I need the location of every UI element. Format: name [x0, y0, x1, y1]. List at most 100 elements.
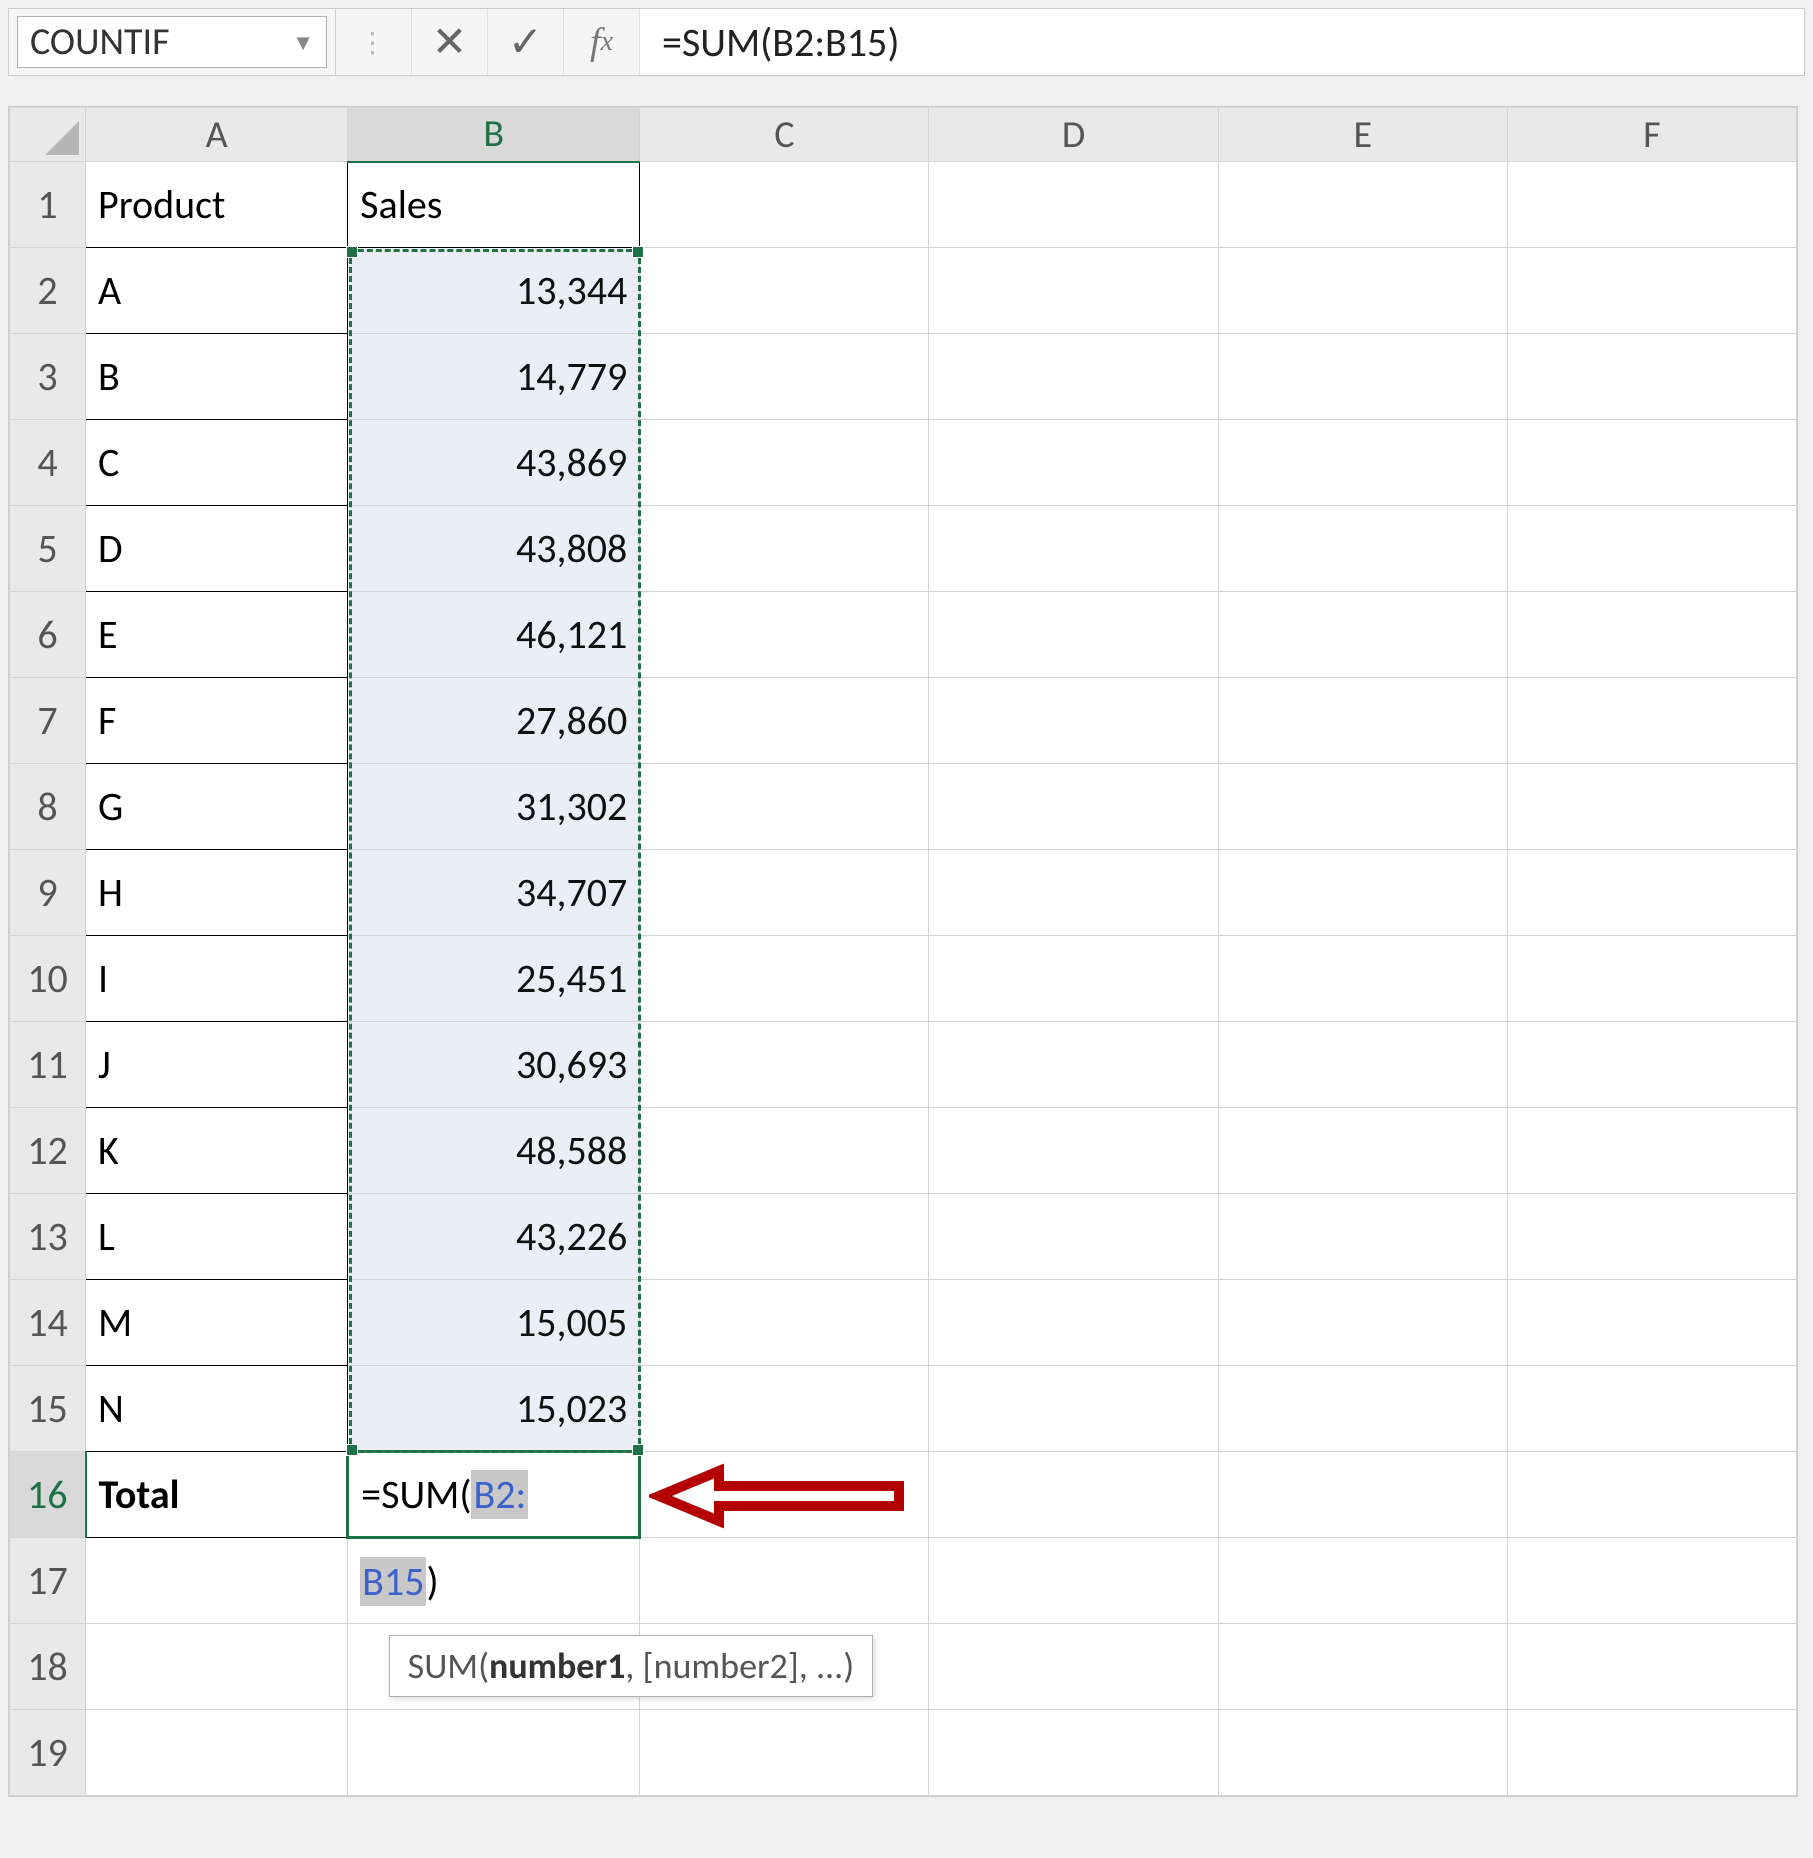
cell-D7[interactable]: [929, 678, 1218, 764]
cell-B8[interactable]: 31,302: [348, 764, 640, 850]
cell-C1[interactable]: [640, 162, 929, 248]
cell-A14[interactable]: M: [86, 1280, 348, 1366]
row-header-1[interactable]: 1: [10, 162, 86, 248]
cell-C5[interactable]: [640, 506, 929, 592]
cell-F18[interactable]: [1507, 1624, 1796, 1710]
cell-F1[interactable]: [1507, 162, 1796, 248]
cell-F4[interactable]: [1507, 420, 1796, 506]
row-header-12[interactable]: 12: [10, 1108, 86, 1194]
cell-E10[interactable]: [1218, 936, 1507, 1022]
cell-E6[interactable]: [1218, 592, 1507, 678]
cell-C12[interactable]: [640, 1108, 929, 1194]
cell-E12[interactable]: [1218, 1108, 1507, 1194]
row-header-10[interactable]: 10: [10, 936, 86, 1022]
cell-C19[interactable]: [640, 1710, 929, 1796]
cell-D8[interactable]: [929, 764, 1218, 850]
cell-B17[interactable]: B15): [348, 1538, 640, 1624]
cell-E5[interactable]: [1218, 506, 1507, 592]
row-header-9[interactable]: 9: [10, 850, 86, 936]
cell-D10[interactable]: [929, 936, 1218, 1022]
cell-B2[interactable]: 13,344: [348, 248, 640, 334]
cell-F7[interactable]: [1507, 678, 1796, 764]
cell-F2[interactable]: [1507, 248, 1796, 334]
cancel-button[interactable]: ✕: [412, 9, 488, 75]
cell-C8[interactable]: [640, 764, 929, 850]
cell-F14[interactable]: [1507, 1280, 1796, 1366]
cell-F6[interactable]: [1507, 592, 1796, 678]
cell-B1[interactable]: Sales: [348, 162, 640, 248]
col-header-B[interactable]: B: [348, 108, 640, 162]
cell-B13[interactable]: 43,226: [348, 1194, 640, 1280]
cell-E4[interactable]: [1218, 420, 1507, 506]
cell-D9[interactable]: [929, 850, 1218, 936]
cell-F3[interactable]: [1507, 334, 1796, 420]
cell-D15[interactable]: [929, 1366, 1218, 1452]
cell-F15[interactable]: [1507, 1366, 1796, 1452]
cell-B10[interactable]: 25,451: [348, 936, 640, 1022]
cell-B15[interactable]: 15,023: [348, 1366, 640, 1452]
cell-B16[interactable]: =SUM(B2:: [348, 1452, 640, 1538]
cell-A1[interactable]: Product: [86, 162, 348, 248]
cell-C11[interactable]: [640, 1022, 929, 1108]
cell-D4[interactable]: [929, 420, 1218, 506]
cell-C10[interactable]: [640, 936, 929, 1022]
cell-C17[interactable]: [640, 1538, 929, 1624]
row-header-2[interactable]: 2: [10, 248, 86, 334]
cell-D5[interactable]: [929, 506, 1218, 592]
cell-F11[interactable]: [1507, 1022, 1796, 1108]
name-box[interactable]: COUNTIF ▼: [17, 16, 327, 68]
row-header-8[interactable]: 8: [10, 764, 86, 850]
cell-A4[interactable]: C: [86, 420, 348, 506]
col-header-D[interactable]: D: [929, 108, 1218, 162]
cell-A10[interactable]: I: [86, 936, 348, 1022]
cell-B3[interactable]: 14,779: [348, 334, 640, 420]
cell-B9[interactable]: 34,707: [348, 850, 640, 936]
cell-D13[interactable]: [929, 1194, 1218, 1280]
cell-B14[interactable]: 15,005: [348, 1280, 640, 1366]
cell-C2[interactable]: [640, 248, 929, 334]
cell-C9[interactable]: [640, 850, 929, 936]
cell-D6[interactable]: [929, 592, 1218, 678]
row-header-19[interactable]: 19: [10, 1710, 86, 1796]
cell-D1[interactable]: [929, 162, 1218, 248]
cell-E18[interactable]: [1218, 1624, 1507, 1710]
row-header-16[interactable]: 16: [10, 1452, 86, 1538]
cell-B12[interactable]: 48,588: [348, 1108, 640, 1194]
enter-button[interactable]: ✓: [488, 9, 564, 75]
cell-E19[interactable]: [1218, 1710, 1507, 1796]
cell-D3[interactable]: [929, 334, 1218, 420]
cell-A12[interactable]: K: [86, 1108, 348, 1194]
cell-B4[interactable]: 43,869: [348, 420, 640, 506]
cell-D17[interactable]: [929, 1538, 1218, 1624]
row-header-17[interactable]: 17: [10, 1538, 86, 1624]
cell-D12[interactable]: [929, 1108, 1218, 1194]
cell-A16[interactable]: Total: [86, 1452, 348, 1538]
cell-E11[interactable]: [1218, 1022, 1507, 1108]
cell-F5[interactable]: [1507, 506, 1796, 592]
formula-input[interactable]: =SUM(B2:B15): [640, 9, 1804, 75]
cell-F16[interactable]: [1507, 1452, 1796, 1538]
cell-D16[interactable]: [929, 1452, 1218, 1538]
cell-E8[interactable]: [1218, 764, 1507, 850]
cell-B6[interactable]: 46,121: [348, 592, 640, 678]
col-header-E[interactable]: E: [1218, 108, 1507, 162]
row-header-13[interactable]: 13: [10, 1194, 86, 1280]
cell-C4[interactable]: [640, 420, 929, 506]
cell-F9[interactable]: [1507, 850, 1796, 936]
cell-D18[interactable]: [929, 1624, 1218, 1710]
cell-F12[interactable]: [1507, 1108, 1796, 1194]
col-header-F[interactable]: F: [1507, 108, 1796, 162]
cell-A3[interactable]: B: [86, 334, 348, 420]
select-all-corner[interactable]: [10, 108, 86, 162]
cell-E7[interactable]: [1218, 678, 1507, 764]
cell-E1[interactable]: [1218, 162, 1507, 248]
cell-F13[interactable]: [1507, 1194, 1796, 1280]
cell-A17[interactable]: [86, 1538, 348, 1624]
cell-E13[interactable]: [1218, 1194, 1507, 1280]
cell-A13[interactable]: L: [86, 1194, 348, 1280]
cell-C16[interactable]: [640, 1452, 929, 1538]
cell-A7[interactable]: F: [86, 678, 348, 764]
row-header-3[interactable]: 3: [10, 334, 86, 420]
row-header-5[interactable]: 5: [10, 506, 86, 592]
cell-F8[interactable]: [1507, 764, 1796, 850]
